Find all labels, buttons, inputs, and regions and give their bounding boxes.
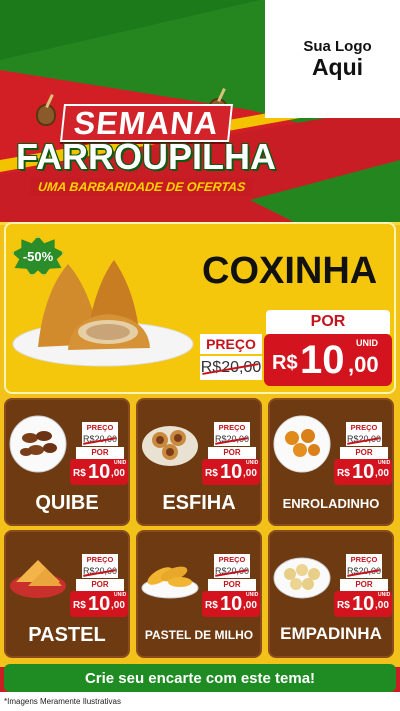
old-price: R$20,00 [82,565,118,578]
product-name: EMPADINHA [280,624,382,643]
price-cents: ,00 [375,468,389,479]
product-image [142,426,198,466]
price-currency: R$ [272,352,298,374]
new-price: R$ 10,00 UNID [70,591,128,617]
old-price: R$20,00 [346,433,382,446]
new-price: R$ 10 ,00 UNID [264,334,392,386]
featured-product-name: COXINHA [202,250,378,292]
price-currency: R$ [337,600,350,611]
new-price: R$ 10,00 UNID [334,459,392,485]
title-subtitle: UMA BARBARIDADE DE OFERTAS [29,178,255,196]
product-image [10,560,66,598]
old-price: R$20,00 [214,565,250,578]
por-label: POR [266,310,390,334]
price-label: PREÇO [82,554,118,565]
price-cents: ,00 [111,468,125,479]
product-card[interactable]: PREÇOR$20,00POR R$10,00 UNID ESFIHA [136,398,262,526]
unit-label: UNID [378,460,391,466]
create-flyer-button[interactable]: Crie seu encarte com este tema! [4,664,396,692]
price-main: 10 [220,461,243,483]
coxinha-image [12,260,194,367]
product-card[interactable]: PREÇOR$20,00POR R$10,00 UNID QUIBE [4,398,130,526]
product-card[interactable]: PREÇOR$20,00POR R$10,00 UNID EMPADINHA [268,530,394,658]
price-currency: R$ [337,468,350,479]
por-label: POR [76,447,124,459]
price-label: PREÇO [214,422,250,433]
product-name: PASTEL [28,624,106,646]
unit-label: UNID [246,592,259,598]
product-card[interactable]: PREÇOR$20,00POR R$10,00 UNID PASTEL [4,530,130,658]
price-label: PREÇO [346,554,382,565]
new-price: R$ 10,00 UNID [334,591,392,617]
price-label: PREÇO [82,422,118,433]
price-main: 10 [300,338,345,382]
logo-placeholder[interactable]: Sua Logo Aqui [265,0,400,118]
product-name: QUIBE [35,492,99,514]
price-currency: R$ [73,468,86,479]
unit-label: UNID [114,460,127,466]
por-label: POR [208,579,256,591]
new-price: R$ 10,00 UNID [202,459,260,485]
product-card[interactable]: PREÇOR$20,00POR R$10,00 UNID PASTEL DE MILH… [136,530,262,658]
old-price: R$20,00 [200,356,262,380]
product-name: PASTEL DE MILHO [144,628,254,642]
product-card[interactable]: PREÇOR$20,00POR R$10,00 UNID ENROLADINHO [268,398,394,526]
unit-label: UNID [114,592,127,598]
por-label: POR [76,579,124,591]
old-price: R$20,00 [346,565,382,578]
product-image [273,557,331,599]
price-main: 10 [88,593,111,615]
price-cents: ,00 [348,352,379,377]
price-cents: ,00 [111,600,125,611]
price-currency: R$ [205,468,218,479]
price-label: PREÇO [214,554,250,565]
campaign-title: SEMANA FARROUPILHA UMA BARBARIDADE DE OF… [12,92,276,202]
logo-line-1: Sua Logo [303,38,372,55]
por-label: POR [208,447,256,459]
new-price: R$ 10,00 UNID [202,591,260,617]
old-price: R$20,00 [214,433,250,446]
price-cents: ,00 [375,600,389,611]
product-image [273,415,331,473]
price-main: 10 [88,461,111,483]
title-farroupilha: FARROUPILHA [16,136,276,177]
unit-label: UNID [356,338,378,348]
price-main: 10 [352,593,375,615]
new-price: R$ 10,00 UNID [70,459,128,485]
unit-label: UNID [246,460,259,466]
product-name: ESFIHA [162,492,236,514]
flyer: Sua Logo Aqui SEMANA FARROUPILHA UMA BAR… [0,0,400,711]
price-currency: R$ [205,600,218,611]
product-image [141,566,199,599]
chimarrao-gourd-icon [36,104,56,126]
price-main: 10 [220,593,243,615]
price-label: PREÇO [200,334,262,354]
price-cents: ,00 [243,468,257,479]
disclaimer-text: *Imagens Meramente Ilustrativas [4,697,121,706]
product-image [9,415,67,473]
old-price: R$20,00 [82,433,118,446]
unit-label: UNID [378,592,391,598]
price-cents: ,00 [243,600,257,611]
price-main: 10 [352,461,375,483]
por-label: POR [340,579,388,591]
logo-line-2: Aqui [311,54,364,80]
price-currency: R$ [73,600,86,611]
product-name: ENROLADINHO [282,496,380,511]
price-label: PREÇO [346,422,382,433]
por-label: POR [340,447,388,459]
